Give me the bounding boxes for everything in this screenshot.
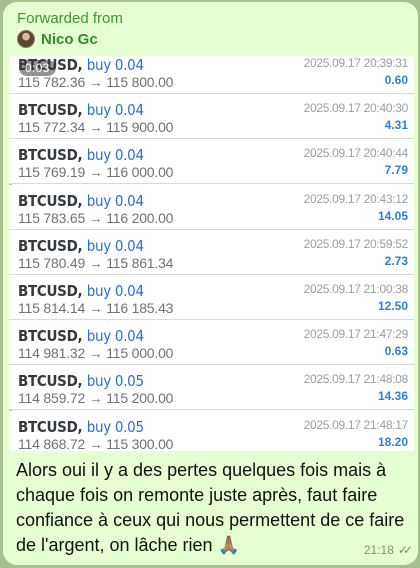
symbol-text: BTCUSD,	[18, 191, 83, 210]
video-thumbnail[interactable]: BTCUSD, buy 0.04115 782.36 → 115 800.002…	[9, 56, 414, 451]
trade-profit: 14.36	[377, 389, 408, 404]
trade-time: 2025.09.17 20:39:31	[303, 56, 409, 70]
symbol-text: BTCUSD,	[18, 282, 83, 300]
forwarded-sender[interactable]: Nico Gc	[17, 30, 98, 48]
trade-time: 2025.09.17 21:48:08	[303, 372, 409, 387]
trade-prices: 115 780.49 → 115 861.34	[18, 254, 174, 271]
trade-time: 2025.09.17 20:40:30	[303, 101, 409, 116]
trade-side: buy 0.05	[86, 372, 144, 391]
trade-profit: 0.63	[384, 344, 408, 359]
trade-side: buy 0.05	[86, 417, 144, 436]
trade-row: BTCUSD, buy 0.04 115 772.34 → 115 900.00 2…	[9, 94, 414, 140]
trade-prices: 115 782.36 → 115 800.00	[18, 74, 174, 90]
avatar[interactable]	[17, 30, 35, 48]
video-duration-badge: 0:03	[19, 60, 56, 76]
trade-side: buy 0.04	[86, 191, 144, 210]
trade-row: BTCUSD, buy 0.05 114 859.72 → 115 200.00 2…	[9, 365, 414, 411]
trade-prices: 115 772.34 → 115 900.00	[18, 119, 174, 136]
trade-profit: 12.50	[377, 299, 408, 313]
double-check-icon: ✓✓	[397, 543, 413, 557]
trade-symbol: BTCUSD, buy 0.04	[18, 101, 144, 119]
trade-time: 2025.09.17 21:00:38	[303, 282, 409, 296]
trade-symbol: BTCUSD, buy 0.04	[18, 282, 144, 300]
trade-row: BTCUSD, buy 0.04 115 769.19 → 116 000.00 2…	[9, 139, 414, 185]
symbol-text: BTCUSD,	[18, 372, 83, 391]
trade-row: BTCUSD, buy 0.05 114 868.72 → 115 300.00 2…	[9, 410, 414, 451]
trade-side: buy 0.04	[86, 236, 144, 255]
trade-prices: 115 783.65 → 116 200.00	[18, 209, 174, 226]
trade-profit: 0.60	[384, 73, 408, 87]
symbol-text: BTCUSD,	[18, 327, 83, 346]
trade-symbol: BTCUSD, buy 0.05	[18, 418, 144, 436]
trade-time: 2025.09.17 20:43:12	[303, 191, 409, 206]
symbol-text: BTCUSD,	[18, 101, 83, 120]
trade-time: 2025.09.17 20:59:52	[303, 236, 409, 251]
trade-side: buy 0.04	[86, 101, 144, 120]
trade-profit: 14.05	[377, 208, 408, 223]
trade-side: buy 0.04	[86, 327, 144, 346]
trade-profit: 7.79	[384, 163, 408, 178]
trade-symbol: BTCUSD, buy 0.04	[18, 192, 144, 210]
sender-name[interactable]: Nico Gc	[41, 31, 98, 48]
trade-row: BTCUSD, buy 0.04 114 981.32 → 115 000.00 2…	[9, 320, 414, 366]
trade-symbol: BTCUSD, buy 0.05	[18, 372, 144, 390]
message-text: Alors oui il y a des pertes quelques foi…	[16, 460, 405, 555]
trade-prices: 115 814.14 → 116 185.43	[18, 300, 174, 316]
trade-row: BTCUSD, buy 0.04 115 783.65 → 116 200.00 2…	[9, 184, 414, 230]
trade-prices: 114 859.72 → 115 200.00	[18, 390, 174, 407]
trade-profit: 18.20	[377, 434, 408, 449]
trade-symbol: BTCUSD, buy 0.04	[18, 237, 144, 255]
trade-side: buy 0.04	[86, 56, 144, 74]
message-bubble[interactable]: Forwarded from Nico Gc BTCUSD, buy 0.041…	[3, 2, 418, 565]
trade-row: BTCUSD, buy 0.04115 782.36 → 115 800.002…	[9, 56, 414, 94]
trade-prices: 114 981.32 → 115 000.00	[18, 345, 174, 362]
trade-side: buy 0.04	[86, 282, 144, 300]
trade-row: BTCUSD, buy 0.04 115 814.14 → 116 185.43 2…	[9, 275, 414, 320]
trade-time: 2025.09.17 21:48:17	[303, 417, 409, 432]
message-time: 21:18	[363, 543, 394, 557]
trade-symbol: BTCUSD, buy 0.04	[18, 146, 144, 164]
trade-time: 2025.09.17 20:40:44	[303, 146, 409, 161]
message-meta: 21:18 ✓✓	[363, 543, 413, 557]
symbol-text: BTCUSD,	[18, 417, 83, 436]
trade-row: BTCUSD, buy 0.04 115 780.49 → 115 861.34 2…	[9, 229, 414, 275]
trade-profit: 2.73	[384, 253, 408, 268]
trade-side: buy 0.04	[86, 146, 144, 165]
symbol-text: BTCUSD,	[18, 146, 83, 165]
trade-prices: 114 868.72 → 115 300.00	[18, 435, 174, 451]
trade-time: 2025.09.17 21:47:29	[303, 327, 409, 342]
symbol-text: BTCUSD,	[18, 236, 83, 255]
forwarded-label: Forwarded from	[17, 10, 123, 27]
trade-profit: 4.31	[384, 118, 408, 133]
trade-symbol: BTCUSD, buy 0.04	[18, 327, 144, 345]
trade-prices: 115 769.19 → 116 000.00	[18, 164, 174, 181]
